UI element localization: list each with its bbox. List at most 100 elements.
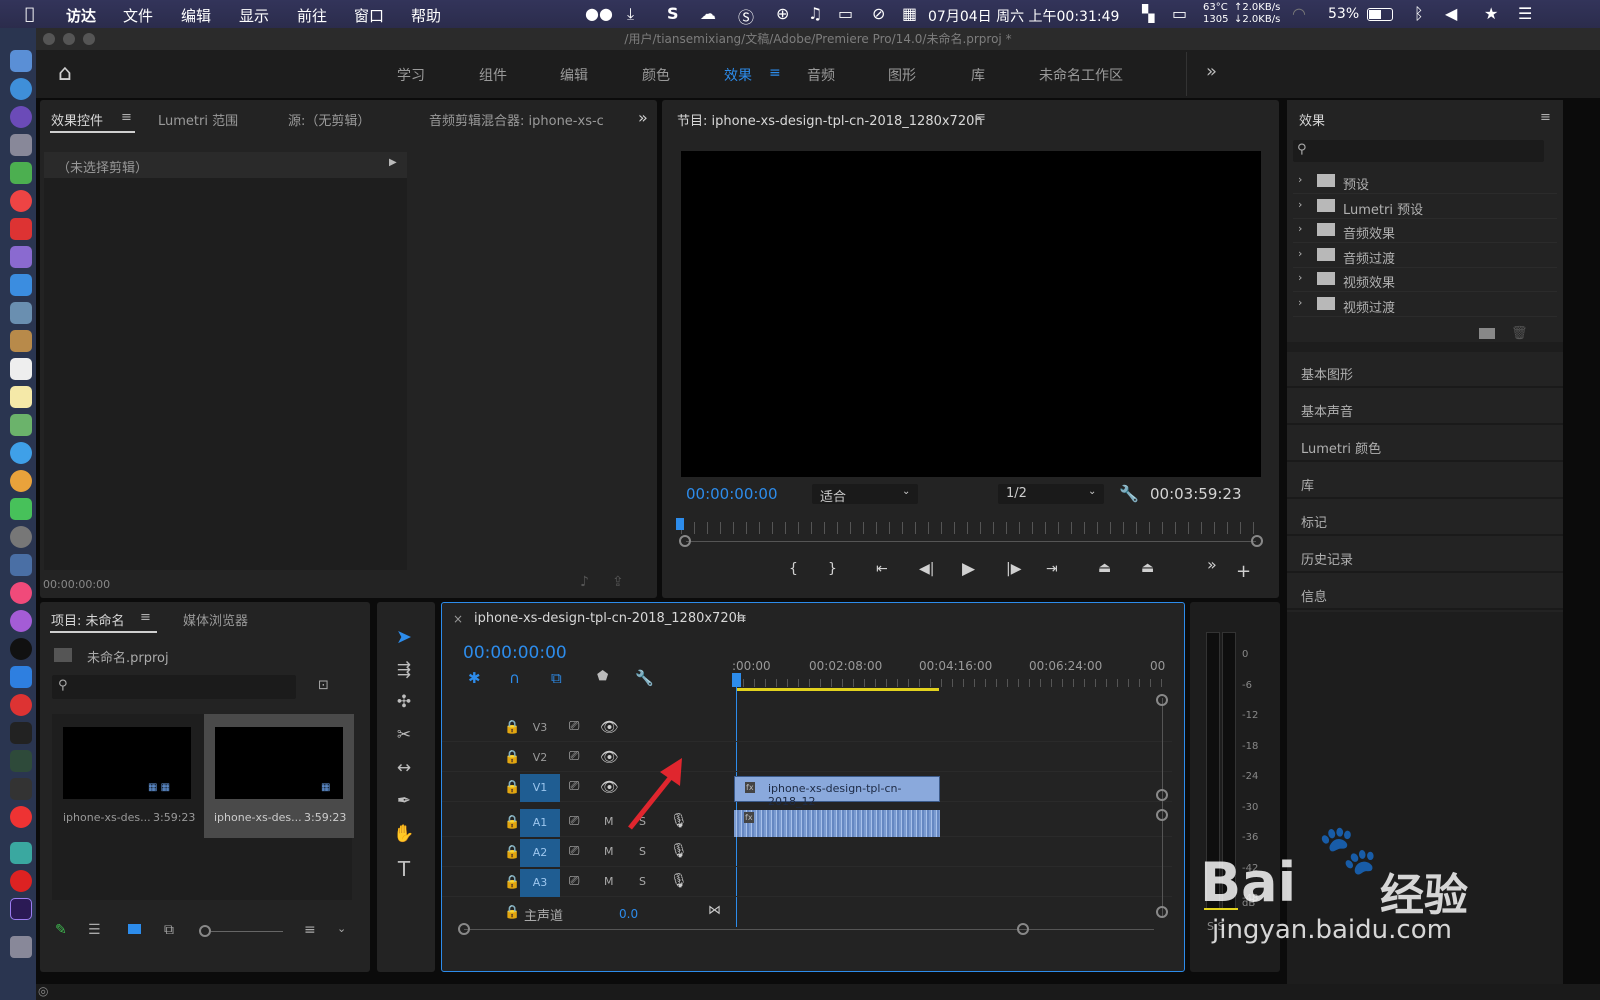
effects-folder-video-effects[interactable]: › 视频效果 (1293, 268, 1557, 292)
dock-contacts-icon[interactable] (10, 330, 32, 352)
linked-selection-icon[interactable]: ⧉ (551, 669, 562, 687)
menu-view[interactable]: 显示 (239, 5, 269, 26)
sequence-tab[interactable]: iphone-xs-design-tpl-cn-2018_1280x720h (474, 611, 745, 626)
timeline-timecode[interactable]: 00:00:00:00 (463, 643, 567, 663)
dock-console-icon[interactable] (10, 778, 32, 800)
sort-icon[interactable]: ≡ (304, 922, 316, 938)
new-bin-icon[interactable] (1479, 328, 1495, 339)
dock-app-icon[interactable] (10, 218, 32, 240)
export-frame-icon[interactable]: ⇪ (612, 574, 624, 590)
list-icon[interactable]: ☰ (1518, 4, 1532, 23)
timeline-ruler[interactable]: :00:00 00:02:08:00 00:04:16:00 00:06:24:… (732, 655, 1165, 691)
dock-calendar-icon[interactable] (10, 358, 32, 380)
dock-settings-icon[interactable] (10, 526, 32, 548)
scroll-handle[interactable] (1156, 789, 1168, 801)
freeform-view-icon[interactable]: ⧉ (164, 922, 174, 938)
no-clip-header[interactable]: （未选择剪辑） ▶ (44, 152, 407, 178)
dock-app-icon[interactable] (10, 246, 32, 268)
razor-tool-icon[interactable]: ✂ (393, 725, 415, 747)
lock-icon[interactable]: 🔒 (504, 750, 520, 765)
menu-help[interactable]: 帮助 (411, 5, 441, 26)
icon-view-icon[interactable] (128, 924, 141, 934)
dock-notes-icon[interactable] (10, 386, 32, 408)
close-window-button[interactable] (43, 33, 55, 45)
panel-menu-icon[interactable]: ≡ (736, 611, 747, 626)
ghost-icon[interactable]: ☁ (700, 4, 716, 23)
effects-folder-audio-transitions[interactable]: › 音频过渡 (1293, 244, 1557, 268)
dots-status-icon[interactable]: ●● (585, 4, 613, 23)
go-to-end-icon[interactable]: ⋈ (708, 903, 721, 918)
sync-lock-icon[interactable]: ⎚ (569, 844, 579, 859)
lock-icon[interactable]: 🔒 (504, 905, 520, 920)
play-button[interactable]: ▶ (962, 559, 975, 579)
zoom-handle-left[interactable] (679, 535, 691, 547)
track-select-tool-icon[interactable]: ⇶ (393, 660, 415, 682)
hscroll-handle-right[interactable] (1017, 923, 1029, 935)
workspace-more-icon[interactable]: » (1206, 61, 1217, 82)
ripple-edit-tool-icon[interactable]: ✣ (393, 692, 415, 714)
step-back-button[interactable]: ◀| (919, 561, 934, 577)
tab-lumetri-scopes[interactable]: Lumetri 范围 (158, 110, 238, 129)
panel-history[interactable]: 历史记录 (1287, 537, 1563, 573)
mute-button[interactable]: M (604, 815, 614, 828)
effects-folder-presets[interactable]: › 预设 (1293, 170, 1557, 194)
battery-icon[interactable] (1367, 8, 1393, 21)
star-icon[interactable]: ★ (1484, 4, 1498, 23)
dock-finder-icon[interactable] (10, 50, 32, 72)
dock-preview-icon[interactable] (10, 302, 32, 324)
bluetooth-icon[interactable]: ᛒ (1414, 4, 1424, 23)
effects-folder-audio-effects[interactable]: › 音频效果 (1293, 219, 1557, 243)
workspace-menu-icon[interactable]: ≡ (769, 65, 781, 81)
dock-keynote-icon[interactable] (10, 554, 32, 576)
tab-media-browser[interactable]: 媒体浏览器 (183, 610, 248, 629)
project-search-input[interactable]: ⚲ (52, 675, 296, 699)
resolution-dropdown[interactable]: 1/2 ⌄ (998, 484, 1104, 504)
expand-arrow-icon[interactable]: ▶ (389, 157, 397, 168)
workspace-audio[interactable]: 音频 (807, 65, 835, 85)
workspace-editing[interactable]: 编辑 (560, 65, 588, 85)
workspace-custom[interactable]: 未命名工作区 (1039, 65, 1123, 85)
dock-siri-icon[interactable] (10, 106, 32, 128)
dock-premiere-icon[interactable] (10, 898, 32, 920)
sync-lock-icon[interactable]: ⎚ (569, 779, 579, 794)
panel-libraries[interactable]: 库 (1287, 463, 1563, 499)
eye-icon[interactable]: 👁 (600, 718, 619, 736)
timeline-settings-icon[interactable]: 🔧 (635, 669, 654, 687)
sync-lock-icon[interactable]: ⎚ (569, 814, 579, 829)
slip-tool-icon[interactable]: ↔ (393, 758, 415, 780)
panel-menu-icon[interactable]: ≡ (140, 610, 151, 625)
lock-icon[interactable]: 🔒 (504, 875, 520, 890)
zoom-slider-handle[interactable] (199, 925, 211, 937)
menu-file[interactable]: 文件 (123, 5, 153, 26)
lock-icon[interactable]: 🔒 (504, 815, 520, 830)
dock-podcasts-icon[interactable] (10, 610, 32, 632)
s-app-icon[interactable]: S (667, 4, 679, 23)
microphone-icon[interactable]: 🎙 (670, 843, 688, 859)
type-tool-icon[interactable]: T (393, 857, 415, 881)
dock-app-icon[interactable] (10, 842, 32, 864)
calendar-icon[interactable]: ▦ (902, 4, 917, 23)
dock-photos-icon[interactable] (10, 470, 32, 492)
workspace-learn[interactable]: 学习 (397, 65, 425, 85)
eye-icon[interactable]: 👁 (600, 778, 619, 796)
program-playhead[interactable] (676, 518, 684, 530)
clip-thumbnail-card[interactable]: ▦ ▦ iphone-xs-des... 3:59:23 (52, 714, 202, 838)
zoom-scrollbar[interactable] (686, 541, 1256, 542)
pen-tool-icon[interactable]: ✒ (393, 791, 415, 813)
go-to-in-button[interactable]: ⇤ (876, 561, 888, 577)
home-icon[interactable]: ⌂ (58, 61, 72, 86)
globe-icon[interactable]: ⊕ (776, 4, 789, 23)
sync-lock-icon[interactable]: ⎚ (569, 874, 579, 889)
dock-appstore-icon[interactable] (10, 78, 32, 100)
scroll-handle[interactable] (1156, 809, 1168, 821)
tab-source[interactable]: 源:（无剪辑） (288, 110, 370, 129)
program-monitor-title[interactable]: 节目: iphone-xs-design-tpl-cn-2018_1280x72… (677, 110, 983, 129)
s-box-icon[interactable]: Ⓢ (738, 4, 754, 28)
dock-messages-icon[interactable] (10, 442, 32, 464)
list-view-icon[interactable]: ☰ (88, 922, 101, 938)
find-icon[interactable]: ⊡ (318, 678, 329, 693)
lock-icon[interactable]: 🔒 (504, 845, 520, 860)
add-button-icon[interactable]: + (1236, 561, 1251, 582)
workspace-color[interactable]: 颜色 (642, 65, 670, 85)
workspace-assembly[interactable]: 组件 (479, 65, 507, 85)
